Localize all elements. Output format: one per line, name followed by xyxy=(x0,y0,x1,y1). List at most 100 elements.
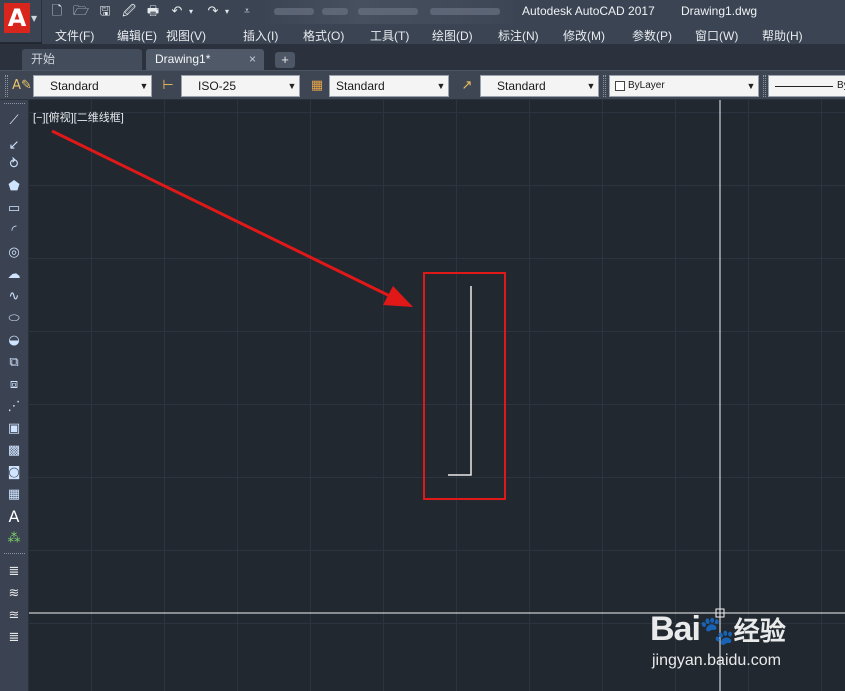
multileader-style-icon[interactable]: ↗ xyxy=(457,76,477,96)
chevron-down-icon: ▼ xyxy=(744,76,758,96)
paw-icon: 🐾 xyxy=(699,615,735,646)
new-tab-button[interactable]: + xyxy=(275,52,295,68)
line-icon[interactable]: ⟋ xyxy=(4,111,24,131)
tab-drawing1[interactable]: Drawing1* × xyxy=(146,49,264,70)
arc-icon[interactable]: ◜ xyxy=(4,221,24,241)
menu-parametric[interactable]: 参数(P) xyxy=(632,27,672,44)
open-icon[interactable]: 🗁 xyxy=(72,3,90,21)
spline-icon[interactable]: ∿ xyxy=(4,287,24,307)
color-select[interactable]: ByLayer ▼ xyxy=(609,75,759,97)
chevron-down-icon: ▼ xyxy=(285,76,299,96)
menu-insert[interactable]: 插入(I) xyxy=(243,27,278,44)
styles-toolbar: A✎ Standard ▼ ⊢ ISO-25 ▼ ▦ Standard ▼ ↗ … xyxy=(0,70,845,100)
toolbar-grip[interactable] xyxy=(603,75,606,97)
tab-drawing1-label: Drawing1* xyxy=(155,52,211,66)
tab-start-label: 开始 xyxy=(31,52,56,66)
region-icon[interactable]: ◙ xyxy=(4,463,24,483)
undo-icon[interactable]: ↶ xyxy=(168,3,186,21)
tab-start[interactable]: 开始 xyxy=(22,49,142,70)
layer-tool-1-icon[interactable]: ≣ xyxy=(4,562,24,582)
menu-modify[interactable]: 修改(M) xyxy=(563,27,605,44)
menu-tools[interactable]: 工具(T) xyxy=(370,27,409,44)
insert-block-icon[interactable]: ⧉ xyxy=(4,353,24,373)
text-style-icon[interactable]: A✎ xyxy=(12,76,32,96)
toolbar-grip[interactable] xyxy=(763,75,766,97)
autocad-window: 🗋 🗁 🖫 🖉 🖶 ↶ ▾ ↷ ▾ ⩡ Autodesk AutoCAD 201… xyxy=(0,0,845,691)
new-icon[interactable]: 🗋 xyxy=(48,3,66,21)
customize-icon[interactable]: ⩡ xyxy=(238,3,256,21)
polyline-icon[interactable]: ⥁ xyxy=(4,155,24,175)
menu-file[interactable]: 文件(F) xyxy=(55,27,94,44)
table-style-value: Standard xyxy=(336,79,385,93)
ellipse-arc-icon[interactable]: ◒ xyxy=(4,331,24,351)
watermark-url: jingyan.baidu.com xyxy=(652,652,781,669)
toolbar-separator xyxy=(4,553,25,554)
menu-dimension[interactable]: 标注(N) xyxy=(498,27,539,44)
make-block-icon[interactable]: ⧈ xyxy=(4,375,24,395)
watermark-brand: Bai🐾经验 xyxy=(650,610,786,649)
layer-tool-3-icon[interactable]: ≊ xyxy=(4,606,24,626)
application-menu-button[interactable]: A ▼ xyxy=(0,0,42,42)
watermark-brand-cn: 经验 xyxy=(733,616,786,646)
watermark-brand-text: Bai xyxy=(650,610,701,648)
draw-toolbar: ⟋ ↙ ⥁ ⬟ ▭ ◜ ◎ ☁ ∿ ⬭ ◒ ⧉ ⧈ ⋰ ▣ ▩ ◙ ▦ A ⁂ … xyxy=(0,100,29,691)
app-title: Autodesk AutoCAD 2017 xyxy=(522,4,655,18)
dim-style-value: ISO-25 xyxy=(198,79,237,93)
menu-edit[interactable]: 编辑(E) xyxy=(117,27,157,44)
menu-draw[interactable]: 绘图(D) xyxy=(432,27,473,44)
gradient-icon[interactable]: ▩ xyxy=(4,441,24,461)
dim-style-select[interactable]: ISO-25 ▼ xyxy=(181,75,300,97)
blurred-region xyxy=(258,0,513,24)
viewport-controls[interactable]: [−][俯视][二维线框] xyxy=(33,109,124,125)
title-bar: 🗋 🗁 🖫 🖉 🖶 ↶ ▾ ↷ ▾ ⩡ Autodesk AutoCAD 201… xyxy=(0,0,845,24)
multiline-text-icon[interactable]: A xyxy=(4,507,24,527)
document-title: Drawing1.dwg xyxy=(681,4,758,18)
menu-window[interactable]: 窗口(W) xyxy=(695,27,738,44)
table-icon[interactable]: ▦ xyxy=(4,485,24,505)
add-selected-icon[interactable]: ⁂ xyxy=(4,529,24,549)
file-tab-bar: 开始 Drawing1* × + xyxy=(0,44,845,70)
table-style-icon[interactable]: ▦ xyxy=(307,76,327,96)
toolbar-grip[interactable] xyxy=(5,75,8,97)
save-icon[interactable]: 🖫 xyxy=(96,3,114,21)
multileader-style-select[interactable]: Standard ▼ xyxy=(480,75,599,97)
menu-help[interactable]: 帮助(H) xyxy=(762,27,803,44)
multileader-style-value: Standard xyxy=(497,79,546,93)
layer-tool-4-icon[interactable]: ≣ xyxy=(4,628,24,648)
linetype-select[interactable]: By xyxy=(768,75,845,97)
revision-cloud-icon[interactable]: ☁ xyxy=(4,265,24,285)
polygon-icon[interactable]: ⬟ xyxy=(4,177,24,197)
circle-icon[interactable]: ◎ xyxy=(4,243,24,263)
redo-dropdown-icon[interactable]: ▾ xyxy=(222,3,232,21)
layer-tool-2-icon[interactable]: ≋ xyxy=(4,584,24,604)
chevron-down-icon: ▼ xyxy=(584,76,598,96)
undo-dropdown-icon[interactable]: ▾ xyxy=(186,3,196,21)
rectangle-icon[interactable]: ▭ xyxy=(4,199,24,219)
table-style-select[interactable]: Standard ▼ xyxy=(329,75,449,97)
save-as-icon[interactable]: 🖉 xyxy=(120,3,138,21)
ellipse-icon[interactable]: ⬭ xyxy=(4,309,24,329)
baidu-watermark: Bai🐾经验 jingyan.baidu.com xyxy=(650,610,840,685)
construction-line-icon[interactable]: ↙ xyxy=(4,136,24,156)
autocad-logo-icon: A xyxy=(4,3,30,33)
drawing-canvas[interactable]: [−][俯视][二维线框] xyxy=(29,100,845,691)
color-swatch xyxy=(615,81,625,91)
point-icon[interactable]: ⋰ xyxy=(4,397,24,417)
toolbar-grip[interactable] xyxy=(4,103,25,104)
hatch-icon[interactable]: ▣ xyxy=(4,419,24,439)
print-icon[interactable]: 🖶 xyxy=(144,3,162,21)
menu-view[interactable]: 视图(V) xyxy=(166,27,206,44)
dim-style-icon[interactable]: ⊢ xyxy=(158,76,178,96)
chevron-down-icon: ▼ xyxy=(434,76,448,96)
chevron-down-icon: ▼ xyxy=(137,76,151,96)
text-style-select[interactable]: Standard ▼ xyxy=(33,75,152,97)
chevron-down-icon: ▼ xyxy=(31,14,38,23)
close-icon[interactable]: × xyxy=(249,49,256,70)
menu-bar: 文件(F) 编辑(E) 视图(V) 插入(I) 格式(O) 工具(T) 绘图(D… xyxy=(42,24,845,44)
menu-format[interactable]: 格式(O) xyxy=(303,27,344,44)
text-style-value: Standard xyxy=(50,79,99,93)
redo-icon[interactable]: ↷ xyxy=(204,3,222,21)
linetype-value: By xyxy=(837,80,845,91)
linetype-preview xyxy=(775,86,833,87)
color-value: ByLayer xyxy=(628,80,665,91)
